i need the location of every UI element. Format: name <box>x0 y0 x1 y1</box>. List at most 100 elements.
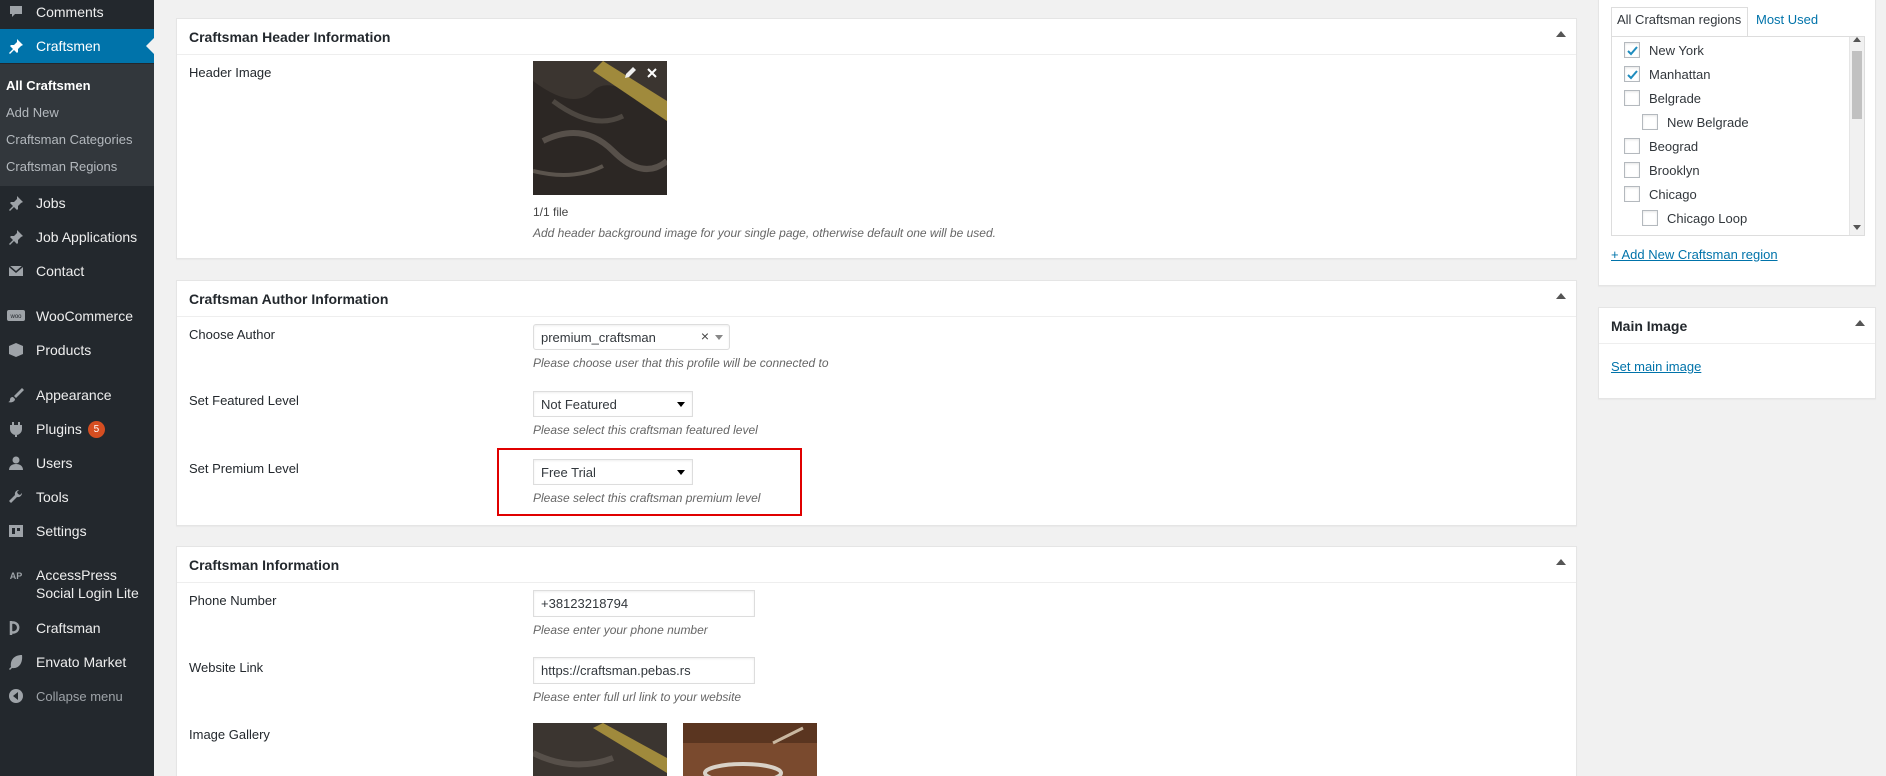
checkmark-icon <box>1626 69 1638 79</box>
settings-icon <box>6 521 26 541</box>
region-checkbox[interactable] <box>1624 42 1640 58</box>
region-label: Brooklyn <box>1649 162 1700 178</box>
scrollbar[interactable] <box>1849 37 1864 235</box>
author-select-value: premium_craftsman <box>541 329 656 345</box>
active-menu-arrow <box>146 38 154 54</box>
website-link-description: Please enter full url link to your websi… <box>533 690 742 704</box>
menu-accesspress-social-login[interactable]: AP AccessPress Social Login Lite <box>0 560 154 604</box>
featured-level-select[interactable]: Not Featured <box>533 391 693 417</box>
submenu-craftsman-regions[interactable]: Craftsman Regions <box>6 159 117 174</box>
region-checkbox[interactable] <box>1642 114 1658 130</box>
region-item[interactable]: Belgrade <box>1624 90 1701 106</box>
choose-author-label: Choose Author <box>189 327 276 342</box>
gallery-image-thumbnail[interactable] <box>683 723 817 776</box>
menu-label: Jobs <box>36 195 66 211</box>
postbox-header: Craftsman Author Information <box>177 281 1576 317</box>
mail-icon <box>6 261 26 281</box>
menu-label: Envato Market <box>36 654 127 670</box>
users-icon <box>6 453 26 473</box>
scroll-down-arrow[interactable] <box>1853 225 1861 230</box>
region-item[interactable]: New York <box>1624 42 1704 58</box>
toggle-panel-icon[interactable] <box>1556 559 1566 565</box>
region-checkbox[interactable] <box>1624 138 1640 154</box>
featured-level-value: Not Featured <box>541 396 617 412</box>
menu-label: Comments <box>36 4 104 20</box>
edit-image-icon[interactable] <box>623 66 637 83</box>
region-checkbox[interactable] <box>1624 66 1640 82</box>
region-label: Chicago Loop <box>1667 210 1748 226</box>
menu-envato-market[interactable]: Envato Market <box>0 645 154 679</box>
featured-level-label: Set Featured Level <box>189 393 299 408</box>
menu-plugins[interactable]: Plugins 5 <box>0 412 154 446</box>
toggle-panel-icon[interactable] <box>1556 293 1566 299</box>
craftsman-header-info-box: Craftsman Header Information Header Imag… <box>176 18 1577 259</box>
menu-craftsman[interactable]: Craftsman <box>0 611 154 645</box>
menu-label: Contact <box>36 263 85 279</box>
woocommerce-icon: woo <box>6 306 26 326</box>
menu-users[interactable]: Users <box>0 446 154 480</box>
premium-level-label: Set Premium Level <box>189 461 299 476</box>
add-new-region-link[interactable]: + Add New Craftsman region <box>1611 247 1778 262</box>
brush-icon <box>6 385 26 405</box>
menu-woocommerce[interactable]: woo WooCommerce <box>0 299 154 333</box>
menu-label: Plugins <box>36 421 82 437</box>
menu-jobs[interactable]: Jobs <box>0 186 154 220</box>
plugin-icon <box>6 419 26 439</box>
main-image-box: Main Image Set main image <box>1598 307 1876 399</box>
checkmark-icon <box>1626 45 1638 55</box>
ap-icon: AP <box>9 571 23 581</box>
gallery-image-thumbnail[interactable] <box>533 723 667 776</box>
menu-craftsmen[interactable]: Craftsmen <box>0 29 154 63</box>
website-link-label: Website Link <box>189 660 264 675</box>
region-checkbox[interactable] <box>1624 90 1640 106</box>
phone-number-input[interactable] <box>533 590 755 617</box>
menu-settings[interactable]: Settings <box>0 514 154 548</box>
menu-comments[interactable]: Comments <box>0 0 154 29</box>
website-link-input[interactable] <box>533 657 755 684</box>
region-label: Belgrade <box>1649 90 1702 106</box>
menu-job-applications[interactable]: Job Applications <box>0 220 154 254</box>
pushpin-icon <box>6 227 26 247</box>
menu-appearance[interactable]: Appearance <box>0 378 154 412</box>
region-checkbox[interactable] <box>1624 162 1640 178</box>
region-checkbox[interactable] <box>1624 186 1640 202</box>
clear-selection-icon[interactable]: × <box>701 328 709 344</box>
region-checkbox[interactable] <box>1642 210 1658 226</box>
menu-label: Tools <box>36 489 69 505</box>
postbox-title: Craftsman Information <box>189 556 340 573</box>
author-select[interactable]: premium_craftsman × <box>533 324 730 350</box>
gallery-image-photo-2 <box>683 723 817 776</box>
region-label: Manhattan <box>1649 66 1711 82</box>
region-item[interactable]: New Belgrade <box>1642 114 1749 130</box>
menu-contact[interactable]: Contact <box>0 254 154 288</box>
remove-image-icon[interactable] <box>645 66 659 83</box>
set-main-image-link[interactable]: Set main image <box>1611 359 1701 374</box>
submenu-craftsman-categories[interactable]: Craftsman Categories <box>6 132 132 147</box>
craftsman-info-box: Craftsman Information Phone Number Pleas… <box>176 546 1577 776</box>
menu-tools[interactable]: Tools <box>0 480 154 514</box>
menu-label: AccessPress Social Login Lite <box>36 567 139 601</box>
submenu-all-craftsmen[interactable]: All Craftsmen <box>6 78 91 93</box>
scrollbar-thumb[interactable] <box>1852 51 1862 119</box>
menu-products[interactable]: Products <box>0 333 154 367</box>
toggle-panel-icon[interactable] <box>1556 31 1566 37</box>
menu-label: WooCommerce <box>36 308 133 324</box>
region-item[interactable]: Beograd <box>1624 138 1698 154</box>
menu-collapse[interactable]: Collapse menu <box>0 679 154 713</box>
pushpin-icon <box>6 36 26 56</box>
scroll-up-arrow[interactable] <box>1853 37 1861 42</box>
postbox-title: Craftsman Author Information <box>189 290 389 307</box>
submenu-add-new[interactable]: Add New <box>6 105 59 120</box>
phone-number-label: Phone Number <box>189 593 277 608</box>
region-item[interactable]: Chicago Loop <box>1642 210 1747 226</box>
region-item[interactable]: Brooklyn <box>1624 162 1700 178</box>
region-item[interactable]: Chicago <box>1624 186 1697 202</box>
toggle-panel-icon[interactable] <box>1855 320 1865 326</box>
tab-most-used[interactable]: Most Used <box>1756 12 1818 27</box>
regions-checklist: New York Manhattan Belgrade New Belgrade Beo… <box>1611 36 1865 236</box>
chevron-down-icon <box>715 335 723 340</box>
tab-all-regions[interactable]: All Craftsman regions <box>1617 12 1741 27</box>
header-image-thumbnail[interactable] <box>533 61 667 195</box>
menu-label: Craftsmen <box>36 38 101 54</box>
region-item[interactable]: Manhattan <box>1624 66 1710 82</box>
